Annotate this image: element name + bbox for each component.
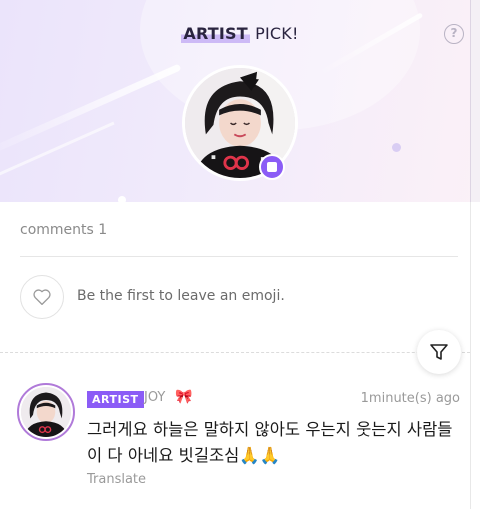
badge-square-icon (267, 162, 277, 172)
scrollbar-track[interactable] (470, 202, 480, 509)
hero-dot (392, 143, 401, 152)
title-highlight: ARTIST (181, 24, 250, 43)
emoji-prompt-text: Be the first to leave an emoji. (77, 288, 285, 304)
hero-light-streak (0, 121, 115, 182)
hero-dot (118, 196, 126, 202)
question-circle-icon[interactable]: ? (444, 24, 464, 44)
comment-author-avatar[interactable] (17, 383, 75, 441)
filter-button[interactable] (417, 330, 461, 374)
heart-outline-icon (33, 289, 51, 306)
ribbon-icon: 🎀 (175, 389, 193, 405)
avatar-image (21, 387, 71, 437)
comments-count: comments 1 (20, 222, 108, 238)
divider (20, 256, 458, 257)
hero-light-streak (0, 63, 182, 164)
comment-author-name[interactable]: JOY (144, 390, 165, 405)
page-title: ARTIST PICK! (0, 24, 480, 43)
artist-pick-hero: ARTIST PICK! ? (0, 0, 480, 202)
section-divider (0, 352, 470, 353)
artist-badge: ARTIST (87, 391, 144, 408)
comment-timestamp: 1minute(s) ago (360, 391, 460, 406)
artist-verified-badge (259, 154, 285, 180)
comment-text: 그러게요 하늘은 말하지 않아도 우는지 웃는지 사람들이 다 아네요 빗길조심… (87, 420, 453, 465)
emoji-react-button[interactable] (20, 275, 64, 319)
translate-link[interactable]: Translate (87, 472, 146, 487)
filter-funnel-icon (430, 344, 448, 360)
title-rest: PICK! (249, 24, 299, 43)
author-photo (21, 387, 71, 437)
